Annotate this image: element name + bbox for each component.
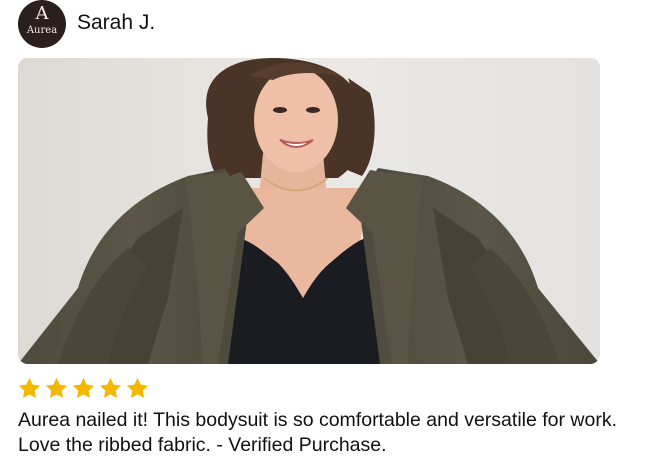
star-rating xyxy=(17,376,150,402)
star-icon xyxy=(18,377,41,398)
reviewer-name: Sarah J. xyxy=(77,11,156,34)
review-photo-illustration xyxy=(18,58,600,364)
review-photo[interactable] xyxy=(18,58,600,364)
brand-logo-mark: A xyxy=(35,3,49,24)
review-text: Aurea nailed it! This bodysuit is so com… xyxy=(18,409,618,456)
review-card: A Aurea Sarah J. Aurea nailed it! This b… xyxy=(0,0,653,466)
star-icon xyxy=(72,377,95,398)
star-icon xyxy=(99,377,122,398)
brand-logo-wordmark: Aurea xyxy=(26,25,58,36)
star-icon xyxy=(126,377,149,398)
brand-avatar: A Aurea xyxy=(18,0,66,48)
star-icon xyxy=(45,377,68,398)
